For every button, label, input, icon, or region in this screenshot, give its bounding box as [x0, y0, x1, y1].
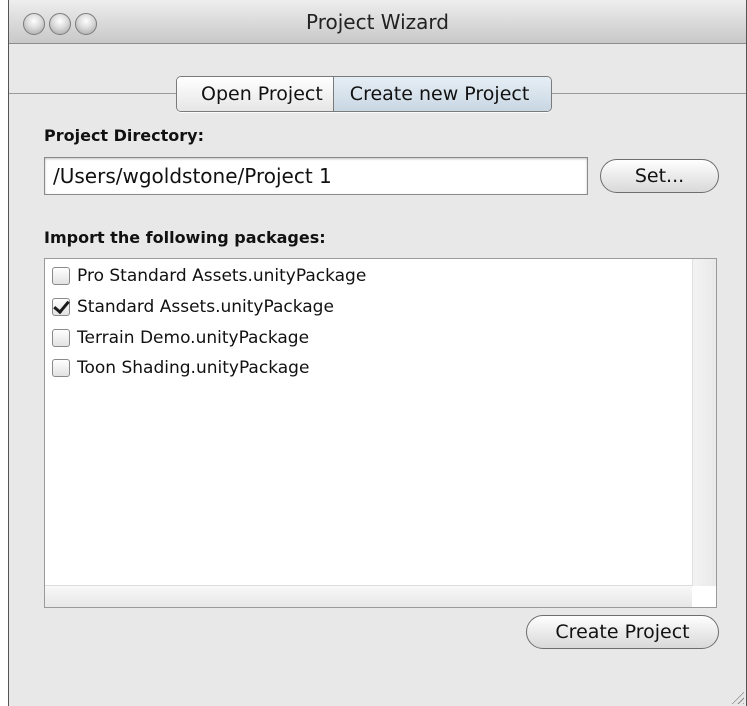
set-button[interactable]: Set...: [600, 159, 719, 193]
vertical-scrollbar[interactable]: [692, 259, 716, 586]
package-checkbox[interactable]: [52, 267, 70, 285]
list-item[interactable]: Pro Standard Assets.unityPackage: [52, 263, 366, 289]
package-label: Toon Shading.unityPackage: [77, 358, 310, 378]
title-bar[interactable]: Project Wizard: [9, 0, 746, 44]
list-item[interactable]: Toon Shading.unityPackage: [52, 355, 309, 381]
list-item[interactable]: Terrain Demo.unityPackage: [52, 325, 309, 351]
package-label: Standard Assets.unityPackage: [77, 297, 334, 317]
package-checkbox[interactable]: [52, 298, 70, 316]
package-checkbox[interactable]: [52, 359, 70, 377]
project-directory-field[interactable]: [44, 157, 588, 195]
packages-label: Import the following packages:: [44, 228, 326, 247]
list-item[interactable]: Standard Assets.unityPackage: [52, 294, 334, 320]
resize-grip-icon[interactable]: [730, 690, 744, 704]
project-wizard-window: Project Wizard Open Project Create new P…: [8, 0, 747, 706]
package-checkbox[interactable]: [52, 329, 70, 347]
tab-create-new-project[interactable]: Create new Project: [332, 77, 552, 111]
horizontal-scrollbar[interactable]: [45, 585, 692, 607]
package-label: Pro Standard Assets.unityPackage: [77, 266, 367, 286]
packages-list[interactable]: Pro Standard Assets.unityPackage Standar…: [44, 258, 717, 608]
package-label: Terrain Demo.unityPackage: [77, 328, 310, 348]
tab-bar: Open Project Create new Project: [176, 76, 553, 112]
tab-open-project[interactable]: Open Project: [177, 77, 333, 111]
project-directory-label: Project Directory:: [44, 126, 204, 145]
create-project-button[interactable]: Create Project: [526, 615, 719, 649]
window-title: Project Wizard: [306, 10, 449, 34]
